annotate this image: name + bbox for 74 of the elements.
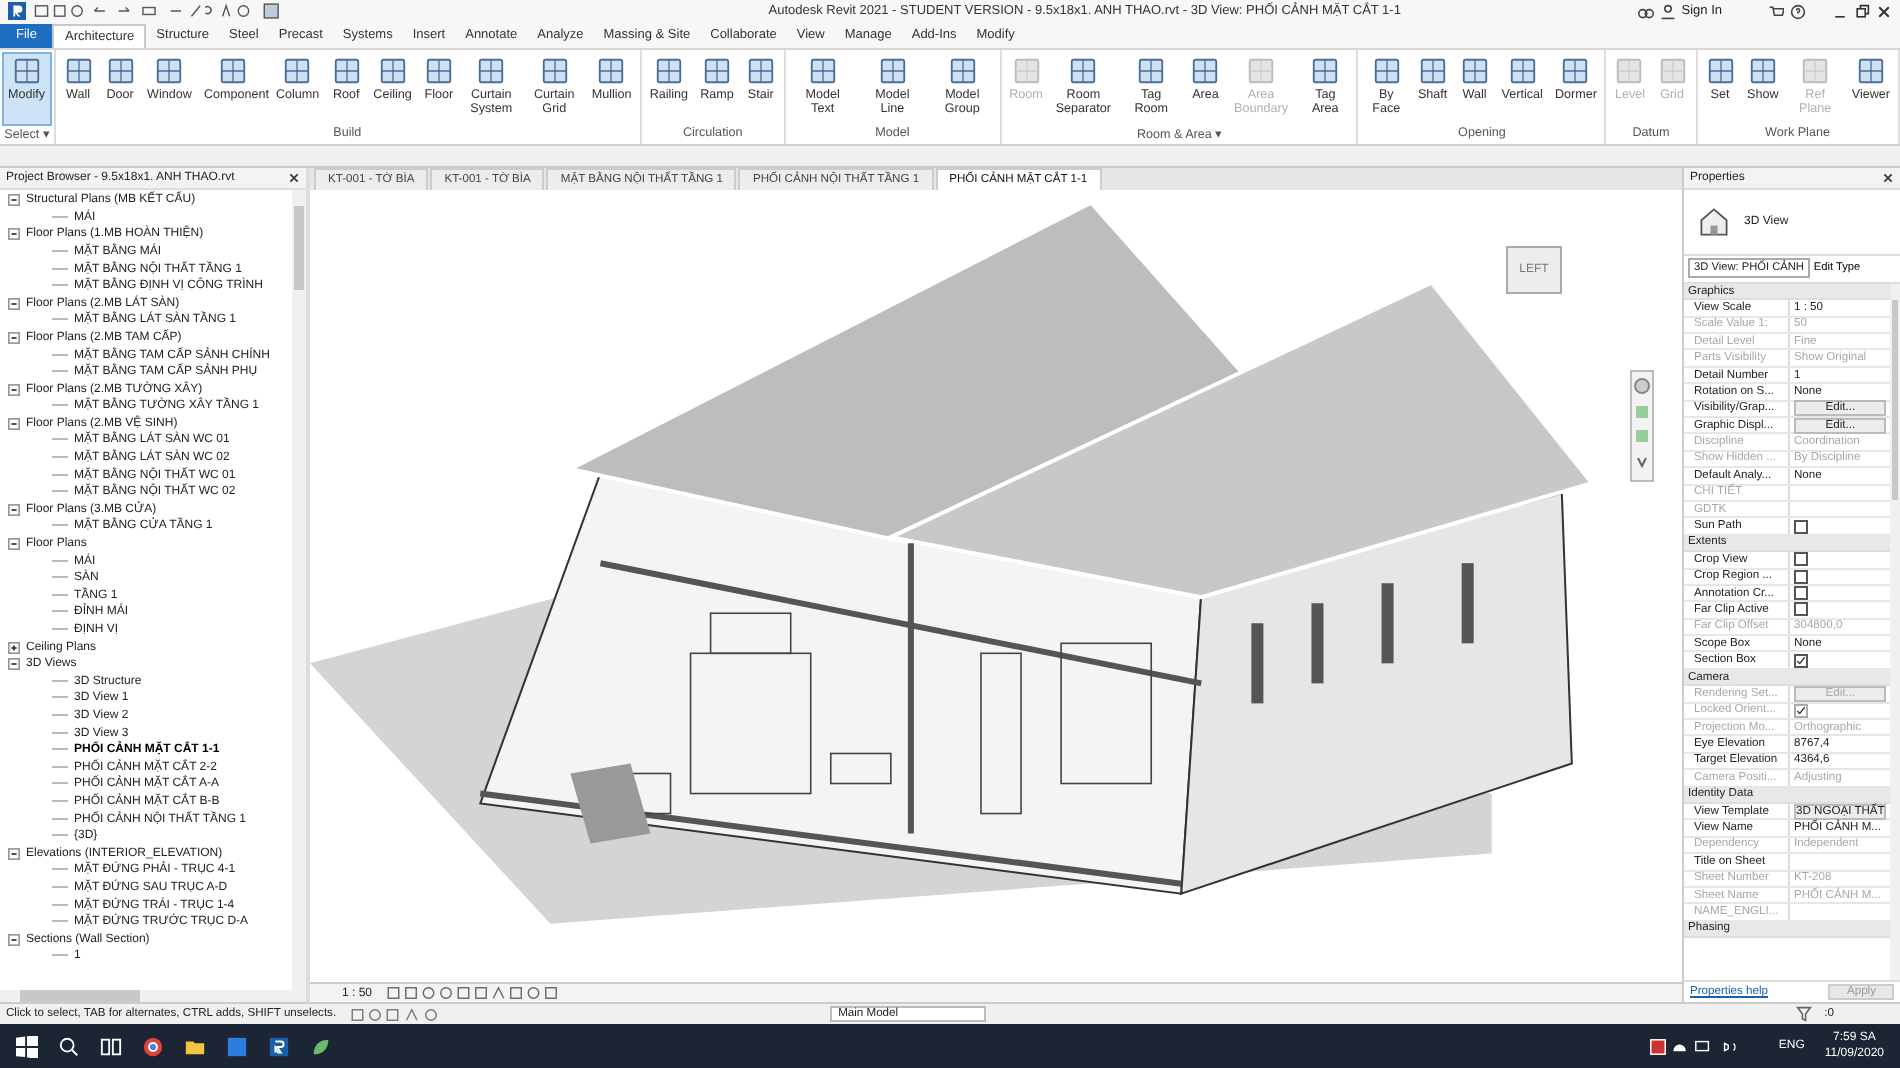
tool-icon bbox=[1560, 55, 1591, 86]
checkbox[interactable] bbox=[1794, 653, 1808, 668]
collapse-icon[interactable] bbox=[8, 538, 20, 551]
collapse-icon[interactable] bbox=[8, 933, 20, 946]
windows-logo-icon[interactable] bbox=[16, 1035, 38, 1058]
task-view-icon[interactable] bbox=[100, 1035, 122, 1058]
tool-icon bbox=[539, 55, 570, 86]
tool-icon bbox=[11, 55, 42, 86]
collapse-icon[interactable] bbox=[8, 228, 20, 241]
tool-icon bbox=[1246, 55, 1277, 86]
tool-icon bbox=[1705, 55, 1736, 86]
collapse-icon[interactable] bbox=[8, 658, 20, 671]
cart-icon[interactable] bbox=[1768, 3, 1784, 20]
filter-icon[interactable] bbox=[1796, 1006, 1813, 1023]
tool-icon bbox=[105, 55, 136, 86]
checkbox[interactable] bbox=[1794, 602, 1808, 617]
scrollbar-thumb[interactable] bbox=[20, 990, 140, 1003]
tool-icon bbox=[63, 55, 94, 86]
binoculars-icon[interactable] bbox=[1637, 3, 1654, 20]
tool-icon bbox=[1136, 55, 1167, 86]
tool-icon bbox=[1507, 55, 1538, 86]
tool-icon bbox=[1310, 55, 1341, 86]
tool-icon bbox=[745, 55, 776, 86]
tool-icon bbox=[377, 55, 408, 86]
tool-icon bbox=[476, 55, 507, 86]
tool-icon bbox=[1855, 55, 1886, 86]
navigation-bar[interactable] bbox=[1630, 369, 1654, 482]
tool-icon bbox=[1747, 55, 1778, 86]
collapse-icon[interactable] bbox=[8, 194, 20, 207]
collapse-icon[interactable] bbox=[8, 297, 20, 310]
tool-icon bbox=[701, 55, 732, 86]
tool-icon bbox=[807, 55, 838, 86]
tool-icon bbox=[1417, 55, 1448, 86]
square-app-icon[interactable] bbox=[268, 1035, 290, 1058]
app-logo-icon[interactable] bbox=[8, 2, 26, 21]
tool-icon bbox=[423, 55, 454, 86]
help-icon[interactable] bbox=[1790, 3, 1806, 20]
collapse-icon[interactable] bbox=[8, 417, 20, 430]
tool-icon bbox=[218, 55, 249, 86]
circle-app-icon[interactable] bbox=[142, 1035, 164, 1058]
scrollbar-thumb[interactable] bbox=[294, 205, 304, 290]
collapse-icon[interactable] bbox=[8, 331, 20, 344]
tool-icon bbox=[154, 55, 185, 86]
tool-icon bbox=[282, 55, 313, 86]
tool-icon bbox=[1614, 55, 1645, 86]
tool-icon bbox=[653, 55, 684, 86]
house-icon bbox=[1696, 203, 1732, 240]
tool-icon bbox=[877, 55, 908, 86]
tool-icon bbox=[596, 55, 627, 86]
restore-icon[interactable] bbox=[1854, 3, 1870, 20]
user-icon[interactable] bbox=[1659, 3, 1676, 20]
collapse-icon[interactable] bbox=[8, 847, 20, 860]
tool-icon bbox=[947, 55, 978, 86]
search-icon[interactable] bbox=[58, 1035, 80, 1058]
close-icon[interactable] bbox=[288, 171, 300, 184]
close-icon[interactable] bbox=[1876, 3, 1892, 20]
tool-icon bbox=[1190, 55, 1221, 86]
tool-icon bbox=[1371, 55, 1402, 86]
collapse-icon[interactable] bbox=[8, 383, 20, 396]
tool-icon bbox=[1068, 55, 1099, 86]
collapse-icon[interactable] bbox=[8, 503, 20, 516]
leaf-app-icon[interactable] bbox=[310, 1035, 332, 1058]
close-icon[interactable] bbox=[1882, 171, 1894, 184]
checkbox[interactable] bbox=[1794, 552, 1808, 567]
checkbox[interactable] bbox=[1794, 569, 1808, 584]
checkbox[interactable] bbox=[1794, 519, 1808, 534]
tool-icon bbox=[1011, 55, 1041, 86]
tool-icon bbox=[331, 55, 362, 86]
tool-icon bbox=[1657, 55, 1688, 86]
checkbox[interactable] bbox=[1794, 586, 1808, 601]
expand-icon[interactable] bbox=[8, 641, 20, 654]
tool-icon bbox=[1800, 55, 1831, 86]
scrollbar-thumb[interactable] bbox=[1892, 299, 1898, 500]
tool-icon bbox=[1459, 55, 1490, 86]
